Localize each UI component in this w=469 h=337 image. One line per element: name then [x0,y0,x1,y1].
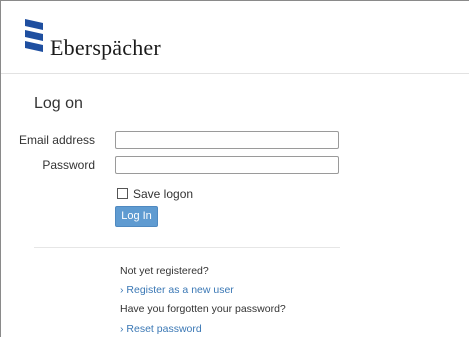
reset-password-link[interactable]: › Reset password [120,323,202,336]
page-title: Log on [34,95,83,112]
brand-name: Eberspächer [50,35,161,60]
email-label: Email address [18,133,95,147]
divider [34,247,340,248]
header: Eberspächer [1,1,469,74]
save-logon-label: Save logon [133,187,194,201]
password-field[interactable] [115,156,339,174]
password-label: Password [42,158,95,172]
login-page: Eberspächer Log on Email address Passwor… [0,0,469,337]
save-logon-checkbox[interactable] [117,188,128,199]
login-button[interactable]: Log In [115,206,158,227]
email-field[interactable] [115,131,339,149]
forgot-password-text: Have you forgotten your password? [120,303,286,315]
eberspaecher-logo-icon [25,19,43,52]
register-link[interactable]: › Register as a new user [120,284,234,297]
not-registered-text: Not yet registered? [120,265,209,277]
